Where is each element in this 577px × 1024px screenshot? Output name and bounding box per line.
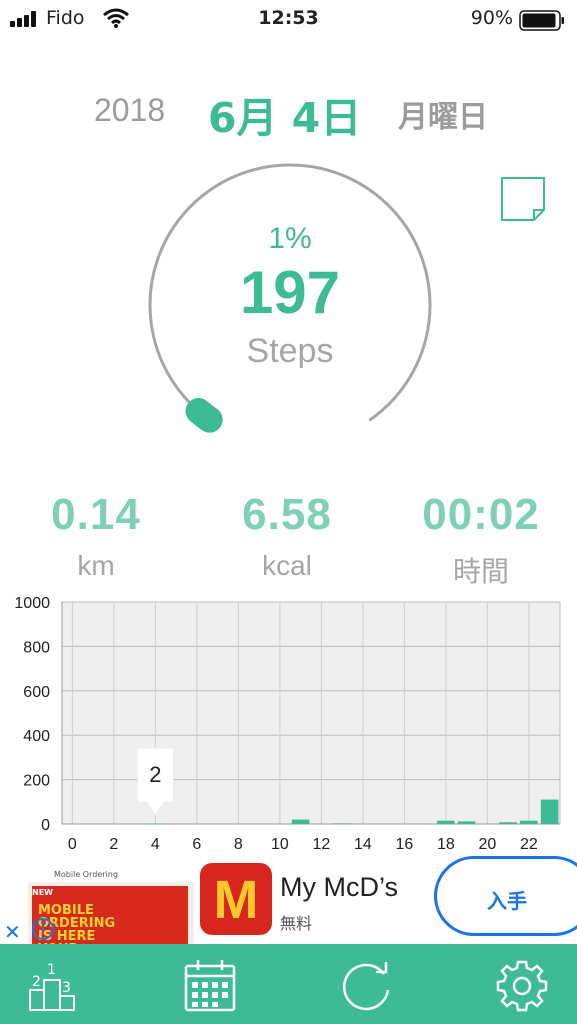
goal-percent: 1% bbox=[268, 222, 312, 255]
plot-area bbox=[62, 602, 560, 824]
y-tick-label: 800 bbox=[23, 639, 50, 656]
gauge-progress bbox=[185, 397, 223, 433]
battery-percent: 90% bbox=[470, 7, 513, 29]
bar bbox=[457, 821, 476, 824]
x-tick-label: 0 bbox=[68, 836, 77, 852]
bar bbox=[499, 822, 517, 824]
calories-stat: 6.58 kcal bbox=[187, 490, 387, 582]
svg-text:2: 2 bbox=[32, 974, 41, 990]
y-tick-label: 1000 bbox=[14, 595, 50, 612]
ad-close-icon[interactable]: ✕ bbox=[4, 920, 21, 944]
x-tick-label: 4 bbox=[151, 836, 160, 852]
duration-unit: 時間 bbox=[452, 556, 509, 587]
duration-value: 00:02 bbox=[422, 490, 540, 539]
bar bbox=[291, 819, 310, 824]
y-tick-label: 400 bbox=[23, 728, 50, 745]
get-button[interactable]: 入手 bbox=[434, 856, 577, 936]
svg-text:1: 1 bbox=[47, 962, 56, 978]
duration-stat: 00:02 時間 bbox=[381, 490, 577, 590]
bar bbox=[520, 820, 538, 824]
bar bbox=[437, 820, 455, 824]
ad-image-badge: NEW bbox=[32, 888, 53, 897]
distance-stat: 0.14 km bbox=[0, 490, 196, 582]
step-count: 197 bbox=[239, 259, 341, 326]
status-bar: Fido 12:53 90% bbox=[0, 0, 577, 40]
x-tick-label: 12 bbox=[312, 836, 330, 852]
tab-bar: 2 1 3 bbox=[0, 944, 577, 1024]
svg-text:3: 3 bbox=[62, 980, 71, 996]
tooltip-label: 2 bbox=[149, 762, 161, 787]
ad-banner[interactable]: Mobile Ordering MOBILE ORDERING IS HERE … bbox=[0, 852, 577, 944]
calendar-icon[interactable] bbox=[180, 956, 240, 1016]
bar bbox=[333, 823, 351, 824]
refresh-icon[interactable] bbox=[336, 956, 396, 1016]
x-tick-label: 22 bbox=[520, 836, 538, 852]
ad-info-icon[interactable]: i bbox=[32, 918, 54, 940]
settings-icon[interactable] bbox=[492, 956, 552, 1016]
app-logo[interactable]: M bbox=[200, 863, 272, 935]
ad-app-name[interactable]: My McD’s bbox=[280, 872, 398, 903]
date-label[interactable]: 6月 4日 bbox=[208, 84, 361, 144]
x-tick-label: 2 bbox=[109, 836, 118, 852]
x-tick-label: 14 bbox=[354, 836, 372, 852]
calories-unit: kcal bbox=[262, 550, 312, 581]
ad-app-price: 無料 bbox=[280, 914, 313, 933]
battery-icon bbox=[519, 10, 564, 31]
x-tick-label: 10 bbox=[271, 836, 289, 852]
x-tick-label: 6 bbox=[192, 836, 201, 852]
ranking-icon[interactable]: 2 1 3 bbox=[24, 956, 84, 1016]
hourly-steps-chart[interactable]: 020040060080010000 2 4 6 8 10 12 14 16 18 20 222 bbox=[0, 590, 577, 852]
bar bbox=[540, 799, 559, 824]
weekday-label: 月曜日 bbox=[398, 100, 488, 135]
distance-unit: km bbox=[77, 550, 115, 581]
ad-image-caption: Mobile Ordering bbox=[54, 870, 118, 879]
x-tick-label: 20 bbox=[478, 836, 496, 852]
date-header: 2018 6月 4日 月曜日 bbox=[0, 84, 577, 142]
y-tick-label: 200 bbox=[23, 773, 50, 790]
y-tick-label: 0 bbox=[41, 817, 50, 834]
steps-label: Steps bbox=[246, 332, 334, 368]
x-tick-label: 16 bbox=[395, 836, 413, 852]
x-tick-label: 18 bbox=[437, 836, 455, 852]
y-tick-label: 600 bbox=[23, 684, 50, 701]
distance-value: 0.14 bbox=[51, 490, 141, 539]
year-label[interactable]: 2018 bbox=[94, 92, 165, 129]
note-icon[interactable] bbox=[500, 176, 546, 222]
x-tick-label: 8 bbox=[234, 836, 243, 852]
calories-value: 6.58 bbox=[242, 490, 332, 539]
